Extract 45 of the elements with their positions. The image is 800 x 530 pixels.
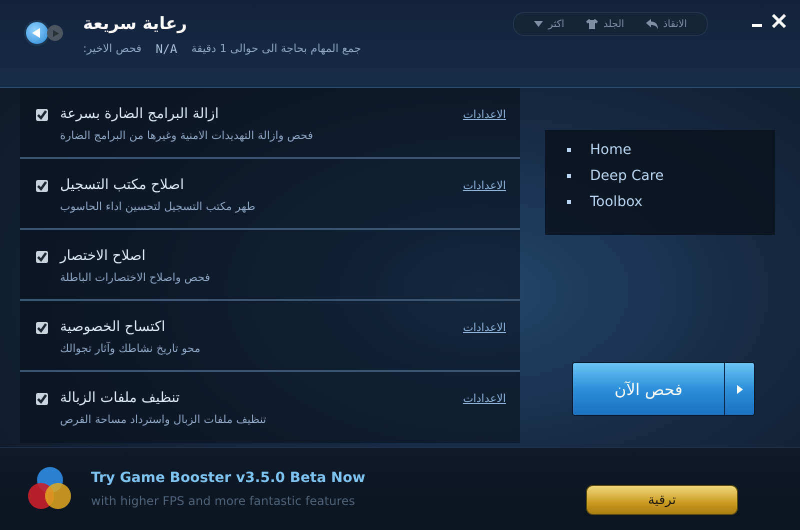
- caret-icon: [534, 21, 544, 27]
- last-scan-label: فحص الاخير:: [83, 42, 142, 56]
- more-menu-button[interactable]: اكثر: [534, 18, 564, 30]
- settings-link[interactable]: الاعدادات: [462, 321, 506, 334]
- task-title: اكتساح الخصوصية: [60, 319, 166, 335]
- circles-logo-icon: [27, 466, 73, 512]
- skin-menu-button[interactable]: الجلد: [586, 18, 624, 30]
- close-icon: [772, 14, 786, 28]
- task-title: ازالة البرامج الضارة بسرعة: [60, 106, 219, 122]
- last-scan-value: N/A: [156, 42, 178, 56]
- back-arrow-icon: [32, 28, 42, 38]
- checkbox[interactable]: [36, 251, 48, 263]
- back-button[interactable]: [24, 20, 50, 46]
- upgrade-button[interactable]: ترقية: [586, 485, 738, 515]
- scan-options-button[interactable]: [725, 363, 754, 415]
- rescue-menu-button[interactable]: الانقاذ: [646, 18, 687, 30]
- promo-subtitle: with higher FPS and more fantastic features: [91, 494, 356, 508]
- settings-link[interactable]: الاعدادات: [462, 179, 506, 192]
- scan-estimate: جمع المهام بحاجة الى حوالى 1 دقيقة: [191, 42, 362, 56]
- checkbox[interactable]: [36, 393, 48, 405]
- task-title: تنظيف ملفات الزبالة: [60, 390, 180, 406]
- play-arrow-icon: [736, 384, 742, 394]
- window-title: رعاية سريعة: [83, 14, 187, 34]
- nav-item[interactable]: Home: [567, 142, 775, 158]
- nav-item[interactable]: Deep Care: [567, 168, 775, 184]
- task-description: طهر مكتب التسجيل لتحسين اداء الحاسوب: [60, 200, 256, 213]
- settings-link[interactable]: الاعدادات: [462, 392, 506, 405]
- forward-arrow-icon: [52, 30, 58, 36]
- task-description: فحص وازالة التهديدات الامنية وغيرها من البرامج الضارة: [60, 129, 313, 142]
- task-description: تنظيف ملفات الزبال واسترداد مساحة القرص: [60, 413, 266, 426]
- task-description: محو تاريخ نشاطك وآثار تجوالك: [60, 342, 200, 355]
- undo-arrow-icon: [646, 19, 658, 29]
- task-title: اصلاح الاختصار: [60, 248, 146, 264]
- task-description: فحص واصلاح الاختصارات الباطلة: [60, 271, 210, 284]
- close-button[interactable]: [772, 14, 786, 28]
- checkbox[interactable]: [36, 109, 48, 121]
- minimize-icon: [752, 24, 762, 27]
- settings-link[interactable]: الاعدادات: [462, 108, 506, 121]
- checkbox[interactable]: [36, 180, 48, 192]
- checkbox[interactable]: [36, 322, 48, 334]
- nav-item[interactable]: Toolbox: [567, 194, 775, 210]
- task-title: اصلاح مكتب التسجيل: [60, 177, 184, 193]
- promo-title: Try Game Booster v3.5.0 Beta Now: [91, 470, 366, 486]
- shirt-icon: [586, 19, 598, 29]
- scan-now-button[interactable]: فحص الآن: [573, 363, 725, 415]
